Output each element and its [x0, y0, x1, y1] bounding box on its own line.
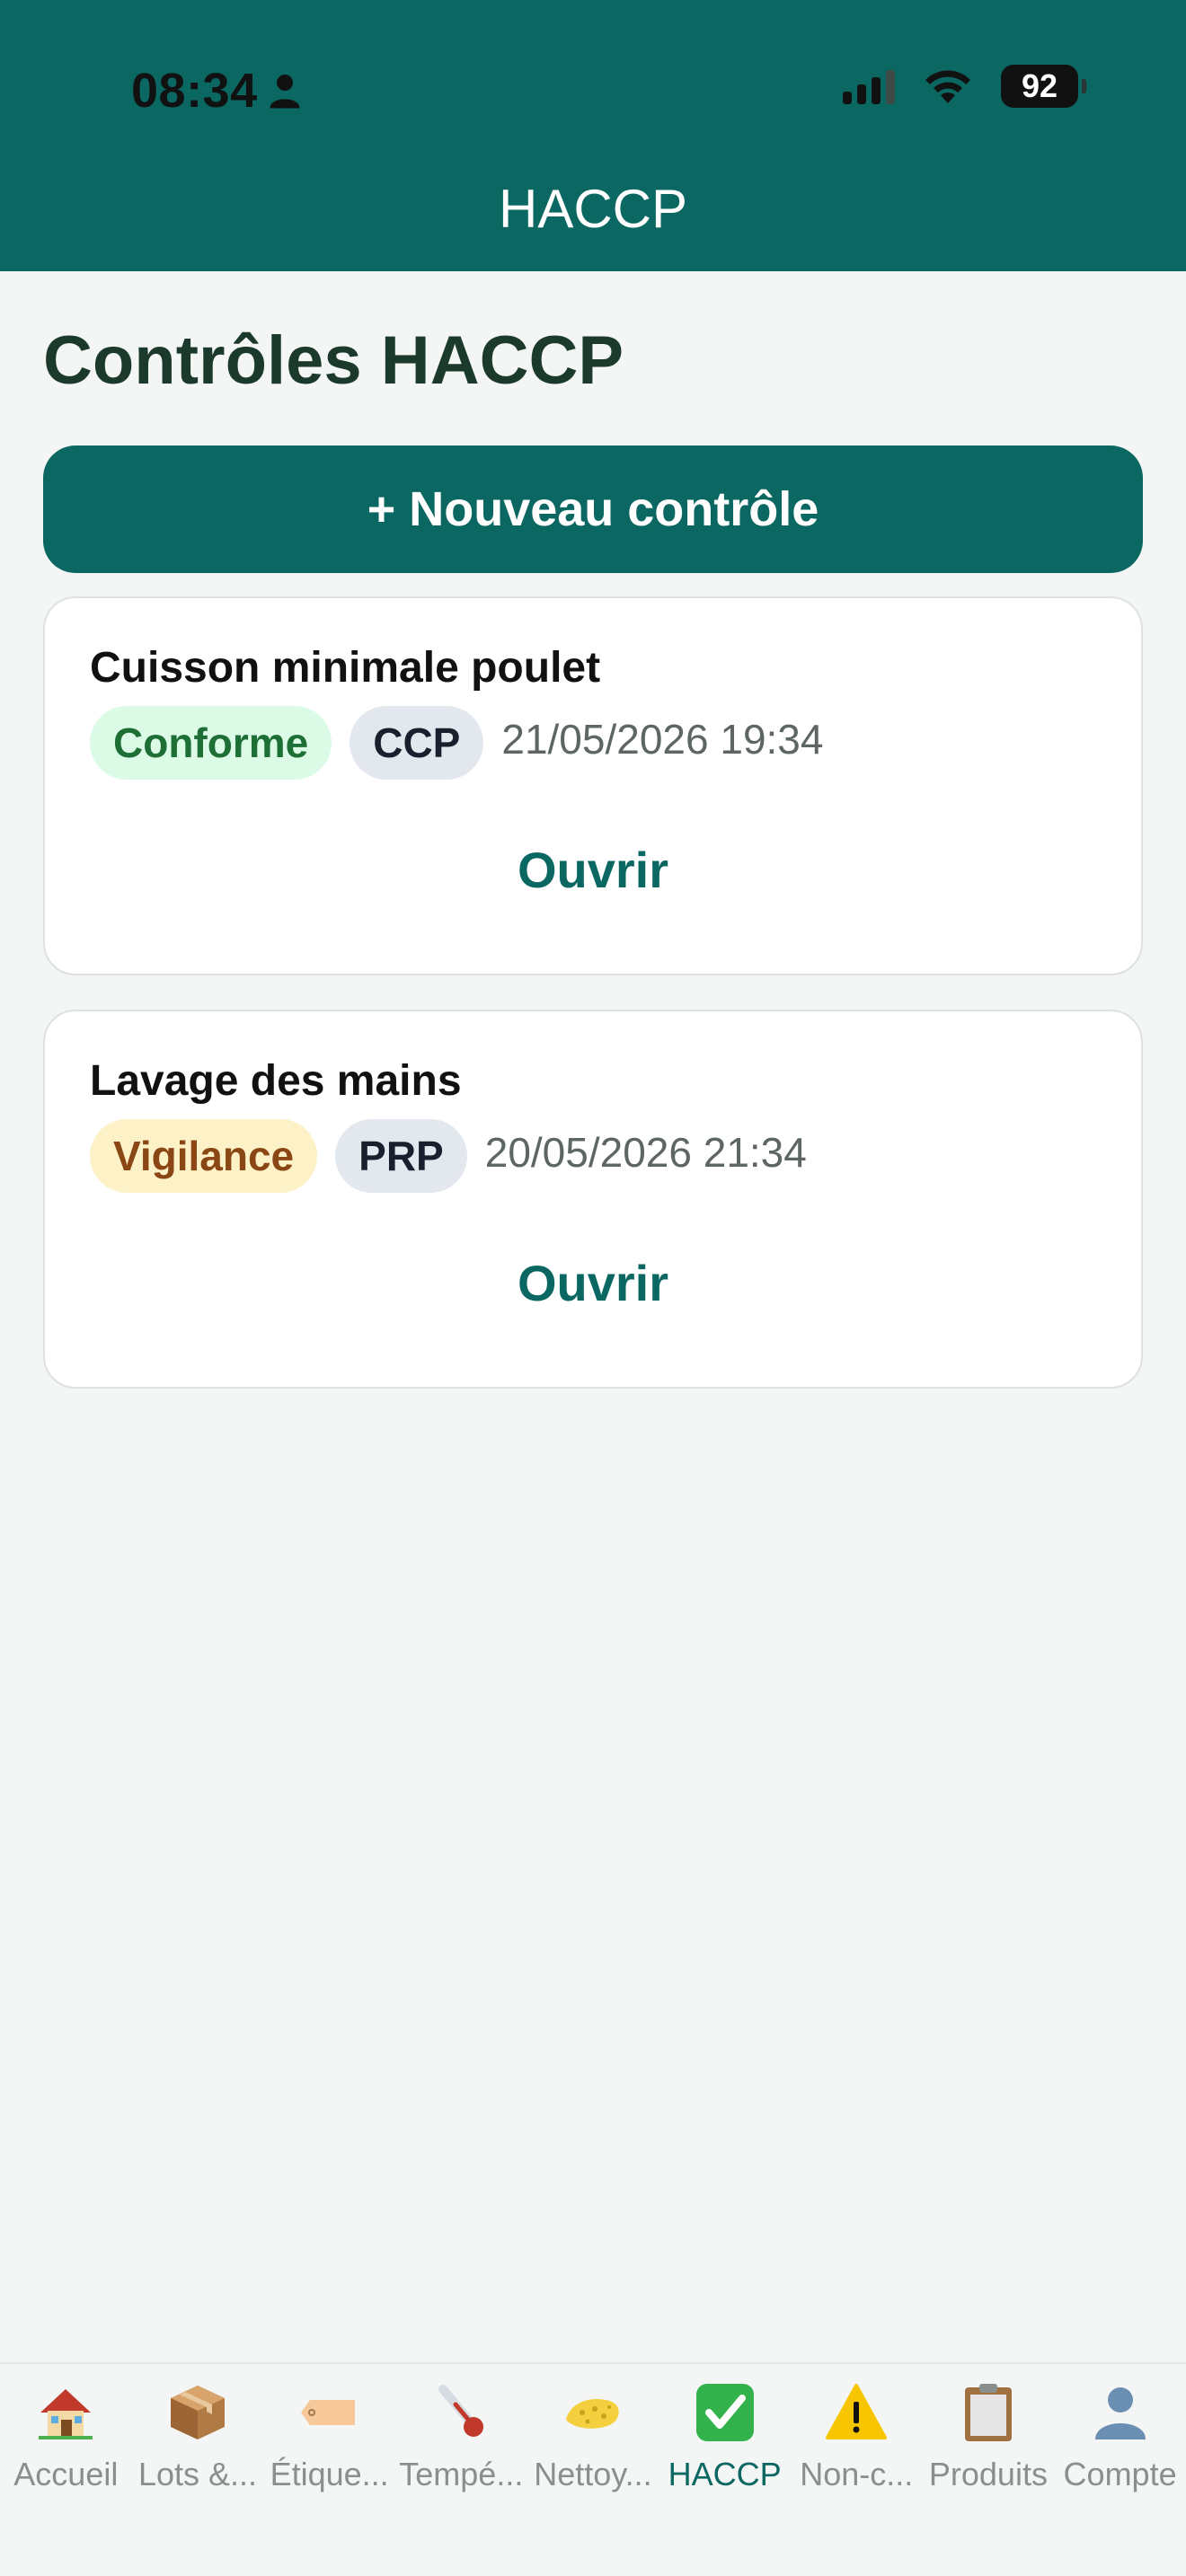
sponge-icon: [561, 2380, 625, 2445]
control-meta: Vigilance PRP 20/05/2026 21:34: [90, 1119, 807, 1193]
tab-accueil[interactable]: Accueil: [0, 2380, 132, 2576]
wifi-icon: [925, 70, 970, 103]
tab-label: Produits: [928, 2456, 1048, 2492]
tab-label: Lots &...: [137, 2456, 258, 2492]
person-icon: [270, 75, 300, 109]
tab-non-conformites[interactable]: Non-c...: [791, 2380, 923, 2576]
tab-produits[interactable]: Produits: [923, 2380, 1055, 2576]
thermometer-icon: [429, 2380, 493, 2445]
status-badge: Vigilance: [90, 1119, 318, 1193]
tab-lots[interactable]: Lots &...: [132, 2380, 264, 2576]
tab-label: Étique...: [270, 2456, 389, 2492]
control-card: Lavage des mains Vigilance PRP 20/05/202…: [43, 1010, 1143, 1389]
tab-haccp[interactable]: HACCP: [659, 2380, 791, 2576]
status-bar-indicators: 92: [843, 65, 1086, 108]
cellular-signal-icon: [843, 68, 895, 104]
clipboard-icon: [956, 2380, 1021, 2445]
battery-indicator: 92: [1001, 65, 1086, 108]
control-card: Cuisson minimale poulet Conforme CCP 21/…: [43, 596, 1143, 975]
status-bar-time: 08:34: [131, 63, 301, 119]
page-title: Contrôles HACCP: [43, 322, 624, 399]
tab-etiquettes[interactable]: Étique...: [263, 2380, 395, 2576]
control-date: 20/05/2026 21:34: [484, 1129, 807, 1176]
open-control-button[interactable]: Ouvrir: [45, 1254, 1141, 1312]
open-control-button[interactable]: Ouvrir: [45, 841, 1141, 899]
label-tag-icon: [297, 2380, 362, 2445]
bottom-tab-bar: Accueil Lots &... Étique... Tempé... Net…: [0, 2362, 1186, 2576]
tab-label: Accueil: [13, 2456, 119, 2492]
control-meta: Conforme CCP 21/05/2026 19:34: [90, 706, 823, 780]
tab-compte[interactable]: Compte: [1054, 2380, 1186, 2576]
header-title: HACCP: [498, 179, 688, 239]
control-title: Cuisson minimale poulet: [90, 644, 601, 692]
control-title: Lavage des mains: [90, 1057, 462, 1105]
type-badge: PRP: [335, 1119, 467, 1193]
type-badge: CCP: [350, 706, 484, 780]
tab-label: Nettoy...: [534, 2456, 652, 2492]
app-header: 08:34 92 HACCP: [0, 0, 1186, 271]
package-icon: [165, 2380, 230, 2445]
tab-label: Tempé...: [399, 2456, 524, 2492]
warning-icon: [824, 2380, 889, 2445]
control-date: 21/05/2026 19:34: [501, 716, 824, 763]
tab-temperatures[interactable]: Tempé...: [395, 2380, 527, 2576]
tab-nettoyage[interactable]: Nettoy...: [527, 2380, 659, 2576]
new-control-button[interactable]: + Nouveau contrôle: [43, 446, 1143, 573]
user-icon: [1088, 2380, 1153, 2445]
tab-label: Compte: [1063, 2456, 1177, 2492]
check-mark-icon: [693, 2380, 757, 2445]
status-badge: Conforme: [90, 706, 332, 780]
tab-label: HACCP: [668, 2456, 782, 2492]
tab-label: Non-c...: [800, 2456, 914, 2492]
house-icon: [33, 2380, 98, 2445]
